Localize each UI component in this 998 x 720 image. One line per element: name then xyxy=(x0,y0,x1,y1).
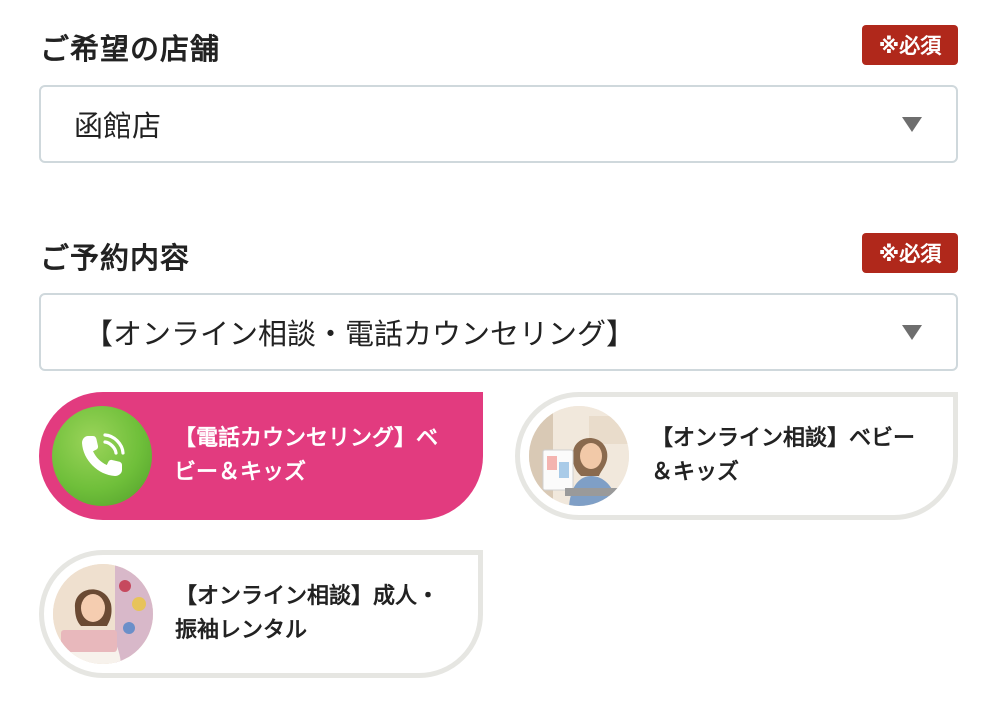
phone-icon xyxy=(52,406,152,506)
photo-woman-laptop xyxy=(529,406,629,506)
reservation-form: ご希望の店舗 ※必須 函館店 ご予約内容 ※必須 【オンライン相談・電話カウンセ… xyxy=(0,0,998,720)
required-badge: ※必須 xyxy=(862,25,958,65)
store-field-label: ご希望の店舗 xyxy=(40,32,221,66)
photo-woman-kimono xyxy=(53,564,153,664)
option-label: 【電話カウンセリング】ベ ビー＆キッズ xyxy=(174,426,439,485)
reservation-select[interactable]: 【オンライン相談・電話カウンセリング】 xyxy=(39,293,958,371)
store-select-value: 函館店 xyxy=(74,109,162,143)
reservation-select-value: 【オンライン相談・電話カウンセリング】 xyxy=(84,317,636,351)
chevron-down-icon xyxy=(902,325,922,340)
option-online-adult-furisode[interactable]: 【オンライン相談】成人・ 振袖レンタル xyxy=(39,550,483,678)
option-phone-counseling-baby-kids[interactable]: 【電話カウンセリング】ベ ビー＆キッズ xyxy=(39,392,483,520)
option-online-baby-kids[interactable]: 【オンライン相談】ベビー ＆キッズ xyxy=(515,392,958,520)
option-label: 【オンライン相談】ベビー ＆キッズ xyxy=(651,426,916,485)
chevron-down-icon xyxy=(902,117,922,132)
store-select[interactable]: 函館店 xyxy=(39,85,958,163)
reservation-field-label: ご予約内容 xyxy=(40,241,191,275)
required-badge: ※必須 xyxy=(862,233,958,273)
option-label: 【オンライン相談】成人・ 振袖レンタル xyxy=(175,584,440,643)
